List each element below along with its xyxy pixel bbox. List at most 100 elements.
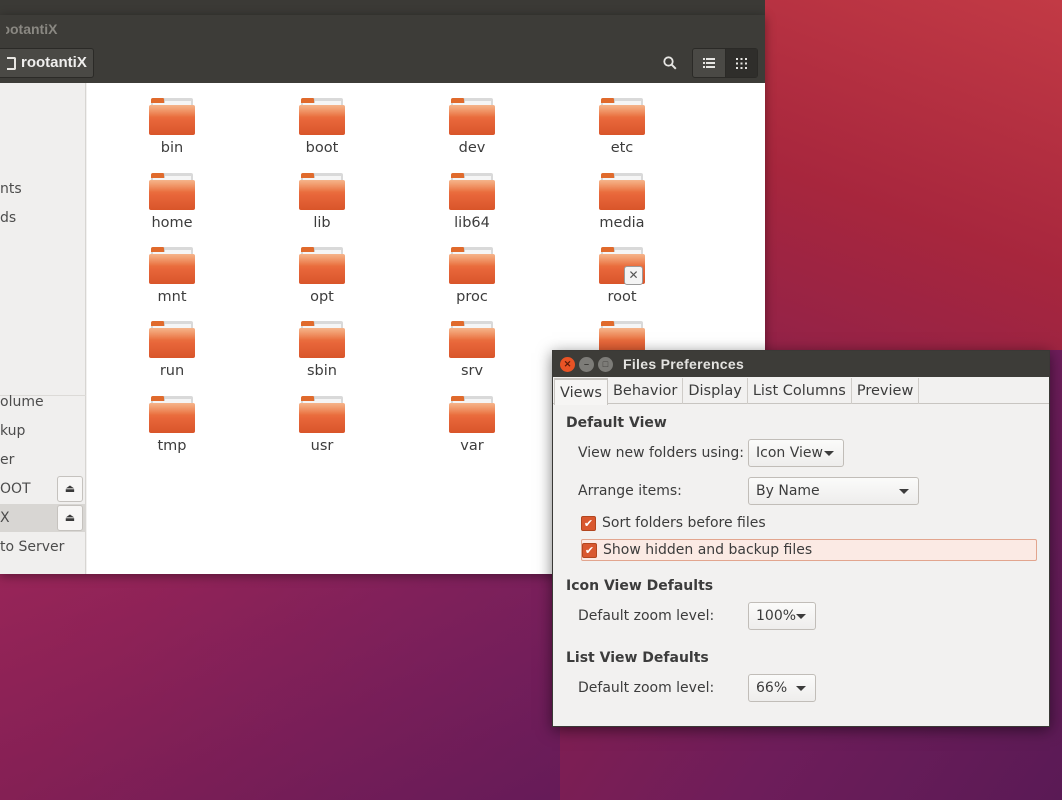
tab-display[interactable]: Display bbox=[683, 378, 748, 404]
folder-item[interactable]: var bbox=[422, 396, 522, 466]
sidebar-item-label: nts bbox=[0, 181, 22, 197]
close-button[interactable]: ✕ bbox=[560, 357, 575, 372]
wallpaper-shape bbox=[0, 560, 560, 800]
window-titlebar[interactable]: rootantiX bbox=[0, 15, 765, 43]
folder-item[interactable]: bin bbox=[122, 98, 222, 168]
show-hidden-option[interactable]: ✔ Show hidden and backup files bbox=[581, 539, 1037, 561]
folder-icon bbox=[599, 173, 645, 211]
sidebar-item-downloads[interactable]: ds bbox=[0, 204, 86, 232]
icon-zoom-select[interactable]: 100% bbox=[748, 602, 816, 630]
folder-icon bbox=[449, 247, 495, 285]
folder-name: media bbox=[599, 215, 645, 231]
folder-item[interactable]: ✕ root bbox=[572, 247, 672, 317]
checkmark-icon: ✔ bbox=[583, 516, 594, 530]
folder-icon bbox=[149, 98, 195, 136]
sidebar-item-volume[interactable]: olume bbox=[0, 388, 86, 416]
dialog-titlebar[interactable]: ✕ – □ Files Preferences bbox=[553, 351, 1049, 377]
grid-view-button[interactable] bbox=[724, 49, 757, 77]
sidebar-item-label: X bbox=[0, 510, 10, 526]
path-bar-label: rootantiX bbox=[21, 54, 87, 71]
folder-icon bbox=[449, 396, 495, 434]
tab-preview[interactable]: Preview bbox=[852, 378, 920, 404]
sidebar-item-label: to Server bbox=[0, 539, 65, 555]
sidebar-item-connect-to-server[interactable]: to Server bbox=[0, 533, 86, 561]
sidebar-item-computer[interactable]: er bbox=[0, 446, 86, 474]
folder-item[interactable]: proc bbox=[422, 247, 522, 317]
folder-name: opt bbox=[310, 289, 334, 305]
folder-name: mnt bbox=[157, 289, 187, 305]
sidebar-item-backup[interactable]: kup bbox=[0, 417, 86, 445]
folder-item[interactable]: mnt bbox=[122, 247, 222, 317]
arrange-items-select[interactable]: By Name bbox=[748, 477, 919, 505]
folder-name: run bbox=[159, 363, 185, 379]
eject-button[interactable]: ⏏ bbox=[57, 476, 83, 502]
folder-icon bbox=[299, 98, 345, 136]
folder-name: srv bbox=[460, 363, 484, 379]
minimize-button[interactable]: – bbox=[579, 357, 594, 372]
sidebar: nts ds olume kup er OOT ⏏ X ⏏ to Server bbox=[0, 83, 86, 574]
tab-list-columns[interactable]: List Columns bbox=[748, 378, 852, 404]
toolbar: rootantiX bbox=[0, 43, 765, 83]
drive-icon bbox=[7, 56, 16, 70]
folder-item[interactable]: lib64 bbox=[422, 173, 522, 243]
default-view-heading: Default View bbox=[566, 415, 667, 431]
icon-zoom-value: 100% bbox=[756, 608, 797, 624]
folder-item[interactable]: lib bbox=[272, 173, 372, 243]
show-hidden-checkbox[interactable]: ✔ bbox=[582, 542, 597, 558]
sidebar-item-documents[interactable]: nts bbox=[0, 175, 86, 203]
folder-item[interactable]: home bbox=[122, 173, 222, 243]
dialog-title: Files Preferences bbox=[623, 356, 745, 372]
folder-icon bbox=[149, 396, 195, 434]
sort-folders-checkbox[interactable]: ✔ bbox=[581, 515, 596, 531]
folder-item[interactable]: run bbox=[122, 321, 222, 391]
folder-name: lib64 bbox=[454, 215, 490, 231]
folder-item[interactable]: srv bbox=[422, 321, 522, 391]
chevron-down-icon bbox=[824, 451, 834, 456]
sidebar-item-label: olume bbox=[0, 394, 44, 410]
sort-folders-option[interactable]: ✔ Sort folders before files bbox=[581, 512, 766, 534]
folder-item[interactable]: media bbox=[572, 173, 672, 243]
list-zoom-select[interactable]: 66% bbox=[748, 674, 816, 702]
folder-icon bbox=[449, 321, 495, 359]
folder-icon bbox=[149, 247, 195, 285]
folder-icon bbox=[299, 173, 345, 211]
search-button[interactable] bbox=[654, 48, 686, 78]
folder-item[interactable]: dev bbox=[422, 98, 522, 168]
eject-icon: ⏏ bbox=[64, 482, 76, 495]
folder-icon bbox=[299, 247, 345, 285]
sidebar-item-boot-volume[interactable]: OOT ⏏ bbox=[0, 475, 86, 503]
path-bar-button[interactable]: rootantiX bbox=[0, 48, 94, 78]
tab-behavior[interactable]: Behavior bbox=[608, 378, 684, 404]
list-view-button[interactable] bbox=[693, 49, 725, 77]
folder-name: dev bbox=[458, 140, 486, 156]
list-zoom-label: Default zoom level: bbox=[578, 680, 715, 696]
sidebar-item-label: OOT bbox=[0, 481, 31, 497]
window-title: rootantiX bbox=[0, 21, 58, 37]
folder-item[interactable]: usr bbox=[272, 396, 372, 466]
chevron-down-icon bbox=[796, 614, 806, 619]
folder-item[interactable]: opt bbox=[272, 247, 372, 317]
maximize-icon: □ bbox=[602, 359, 609, 369]
no-access-icon: ✕ bbox=[624, 266, 643, 285]
folder-name: bin bbox=[160, 140, 184, 156]
close-icon: ✕ bbox=[563, 359, 572, 369]
folder-icon bbox=[299, 321, 345, 359]
maximize-button[interactable]: □ bbox=[598, 357, 613, 372]
folder-item[interactable]: tmp bbox=[122, 396, 222, 466]
sidebar-item-rootantix[interactable]: X ⏏ bbox=[0, 504, 86, 532]
folder-icon: ✕ bbox=[599, 247, 645, 285]
arrange-items-label: Arrange items: bbox=[578, 483, 682, 499]
folder-name: proc bbox=[456, 289, 488, 305]
folder-item[interactable]: boot bbox=[272, 98, 372, 168]
checkmark-icon: ✔ bbox=[584, 543, 595, 557]
folder-name: tmp bbox=[157, 438, 187, 454]
tab-views[interactable]: Views bbox=[554, 378, 608, 405]
view-mode-select[interactable]: Icon View bbox=[748, 439, 844, 467]
folder-item[interactable]: sbin bbox=[272, 321, 372, 391]
eject-button[interactable]: ⏏ bbox=[57, 505, 83, 531]
tab-bar: Views Behavior Display List Columns Prev… bbox=[553, 378, 1049, 405]
icon-view-defaults-heading: Icon View Defaults bbox=[566, 578, 714, 594]
chevron-down-icon bbox=[899, 489, 909, 494]
view-new-folders-label: View new folders using: bbox=[578, 445, 744, 461]
folder-item[interactable]: etc bbox=[572, 98, 672, 168]
